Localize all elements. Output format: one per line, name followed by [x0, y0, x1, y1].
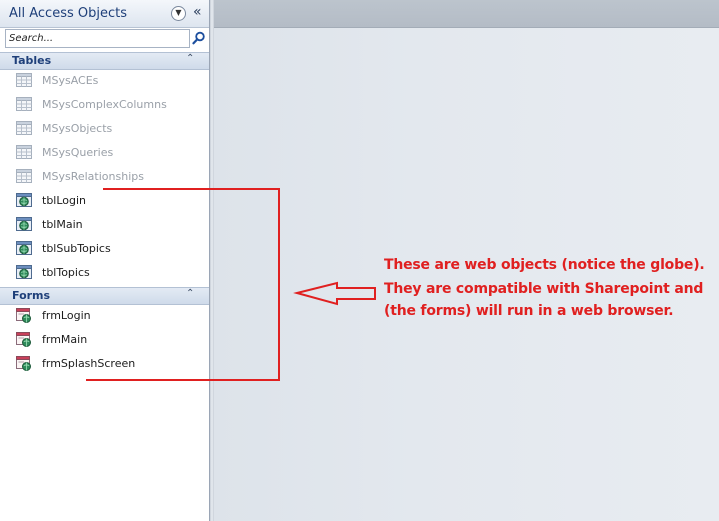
- group-header-forms[interactable]: Forms ⌃: [0, 287, 209, 305]
- list-item-web-table[interactable]: tblLogin: [0, 189, 209, 213]
- double-chevron-up-icon[interactable]: ⌃: [186, 288, 194, 299]
- item-label: tblMain: [42, 218, 83, 231]
- double-chevron-up-icon[interactable]: ⌃: [186, 53, 194, 64]
- web-form-icon: [16, 356, 31, 371]
- list-item-web-table[interactable]: tblMain: [0, 213, 209, 237]
- search-input[interactable]: [6, 30, 190, 47]
- table-icon: [16, 169, 32, 183]
- web-table-icon: [16, 241, 32, 255]
- annotation-text-line-3: (the forms) will run in a web browser.: [384, 303, 674, 319]
- item-label: MSysACEs: [42, 74, 99, 87]
- table-icon: [16, 97, 32, 111]
- table-icon: [16, 73, 32, 87]
- web-form-icon: [16, 308, 31, 323]
- item-label: frmMain: [42, 333, 88, 346]
- web-table-icon: [16, 193, 32, 207]
- list-item-table[interactable]: MSysRelationships: [0, 165, 209, 189]
- annotation-text-line-2: They are compatible with Sharepoint and: [384, 281, 704, 297]
- list-item-web-table[interactable]: tblTopics: [0, 261, 209, 285]
- list-item-web-form[interactable]: frmMain: [0, 328, 209, 352]
- item-label: frmLogin: [42, 309, 91, 322]
- navigation-pane: All Access Objects ▼ « Tables ⌃ MSysACEs…: [0, 0, 210, 521]
- group-label: Forms: [12, 289, 51, 302]
- workspace-tab-strip: [214, 0, 719, 28]
- item-label: frmSplashScreen: [42, 357, 136, 370]
- search-box[interactable]: [5, 29, 190, 48]
- list-item-web-form[interactable]: frmLogin: [0, 304, 209, 328]
- web-table-icon: [16, 217, 32, 231]
- nav-pane-title[interactable]: All Access Objects: [9, 6, 127, 21]
- list-item-table[interactable]: MSysACEs: [0, 69, 209, 93]
- list-item-web-form[interactable]: frmSplashScreen: [0, 352, 209, 376]
- table-icon: [16, 145, 32, 159]
- item-label: MSysComplexColumns: [42, 98, 167, 111]
- item-label: tblTopics: [42, 266, 90, 279]
- list-item-table[interactable]: MSysObjects: [0, 117, 209, 141]
- list-item-table[interactable]: MSysQueries: [0, 141, 209, 165]
- item-label: MSysQueries: [42, 146, 114, 159]
- item-label: tblLogin: [42, 194, 87, 207]
- web-form-icon: [16, 332, 31, 347]
- list-item-table[interactable]: MSysComplexColumns: [0, 93, 209, 117]
- nav-pane-header[interactable]: All Access Objects ▼ «: [0, 0, 209, 28]
- item-label: MSysObjects: [42, 122, 113, 135]
- group-header-tables[interactable]: Tables ⌃: [0, 52, 209, 70]
- item-label: MSysRelationships: [42, 170, 144, 183]
- search-icon[interactable]: [192, 31, 206, 45]
- table-icon: [16, 121, 32, 135]
- list-item-web-table[interactable]: tblSubTopics: [0, 237, 209, 261]
- web-table-icon: [16, 265, 32, 279]
- circle-chevron-down-icon[interactable]: ▼: [171, 6, 186, 21]
- double-chevron-left-icon[interactable]: «: [193, 4, 202, 20]
- item-label: tblSubTopics: [42, 242, 111, 255]
- group-label: Tables: [12, 54, 52, 67]
- annotation-text-line-1: These are web objects (notice the globe)…: [384, 257, 705, 273]
